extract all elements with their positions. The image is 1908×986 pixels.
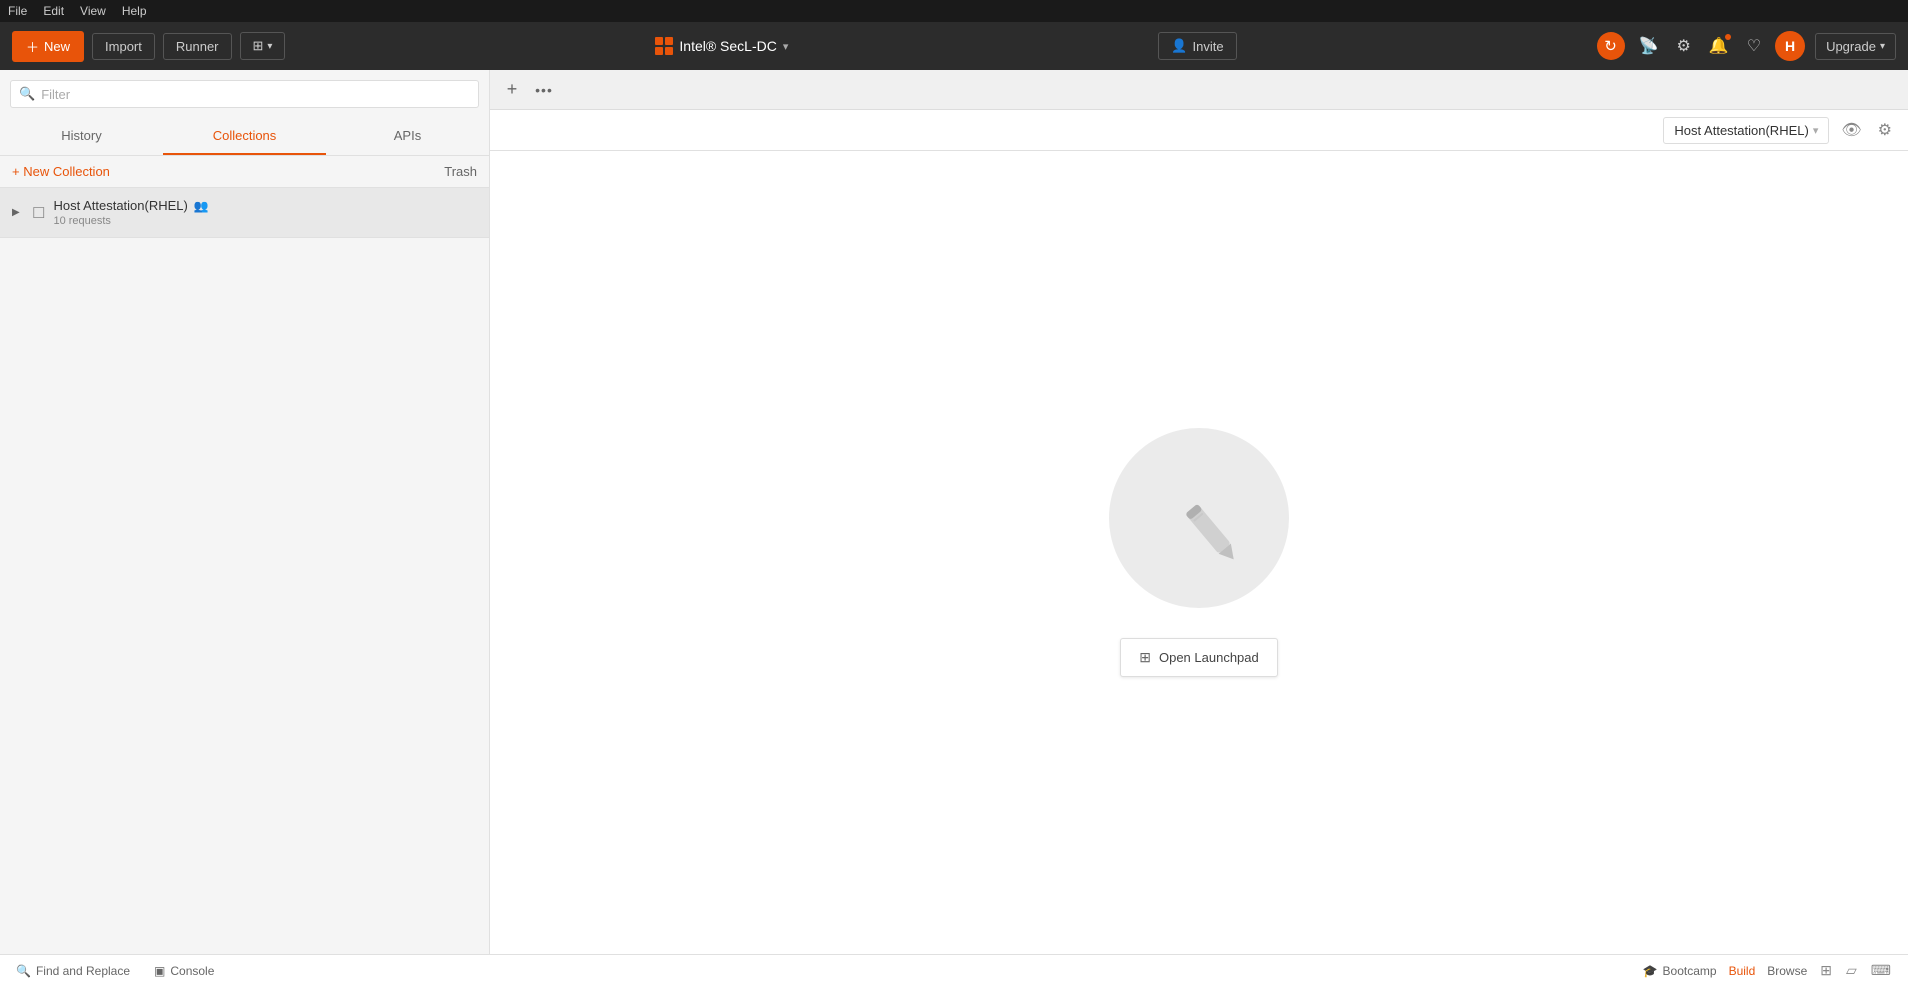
tab-collections[interactable]: Collections: [163, 118, 326, 155]
chevron-down-icon: ▾: [1880, 41, 1885, 52]
settings-icon[interactable]: ⚙: [1874, 116, 1896, 144]
panel-icon[interactable]: ▱: [1841, 960, 1862, 981]
collection-name: Host Attestation(RHEL) 👥: [53, 198, 477, 213]
launchpad-btn-icon: ⊞: [1139, 649, 1151, 666]
collection-info: Host Attestation(RHEL) 👥 10 requests: [53, 198, 477, 227]
plus-icon: ＋: [26, 37, 39, 56]
layout-button[interactable]: ⊞ ▾: [240, 32, 286, 60]
tab-more-button[interactable]: •••: [530, 76, 558, 104]
menu-view[interactable]: View: [80, 4, 106, 18]
bootcamp-item[interactable]: 🎓 Bootcamp: [1639, 962, 1721, 980]
toolbar: ＋ New Import Runner ⊞ ▾ Intel® SecL-DC ▾…: [0, 22, 1908, 70]
notification-dot: [1725, 34, 1731, 40]
browse-button[interactable]: Browse: [1763, 962, 1811, 980]
address-bar: Host Attestation(RHEL) ▾ 👁 ⚙: [490, 110, 1908, 151]
workspace-icon: [655, 37, 673, 55]
bootcamp-icon: 🎓: [1643, 964, 1658, 978]
upgrade-button[interactable]: Upgrade ▾: [1815, 33, 1896, 60]
search-input[interactable]: [41, 87, 470, 102]
team-icon: 👥: [194, 199, 209, 213]
menu-bar: File Edit View Help: [0, 0, 1908, 22]
status-bar: 🔍 Find and Replace ▣ Console 🎓 Bootcamp …: [0, 954, 1908, 986]
new-collection-row: + New Collection Trash: [0, 156, 489, 188]
center-content: ⊞ Open Launchpad: [490, 151, 1908, 954]
chevron-down-icon: ▾: [1813, 124, 1819, 137]
status-right: 🎓 Bootcamp Build Browse ⊞ ▱ ⌨: [1639, 960, 1896, 981]
eye-icon[interactable]: 👁: [1837, 116, 1865, 144]
keyboard-icon[interactable]: ⌨: [1866, 960, 1896, 981]
find-replace-item[interactable]: 🔍 Find and Replace: [12, 962, 134, 980]
layout-toggle-icon[interactable]: ⊞: [1815, 960, 1837, 981]
collections-list: ▶ ☐ Host Attestation(RHEL) 👥 10 requests: [0, 188, 489, 954]
trash-button[interactable]: Trash: [444, 164, 477, 179]
layout-icon: ⊞: [253, 38, 264, 54]
settings-icon[interactable]: ⚙: [1672, 32, 1694, 60]
sidebar: 🔍 History Collections APIs + New Collect…: [0, 70, 490, 954]
avatar[interactable]: H: [1775, 31, 1805, 61]
expand-icon[interactable]: ▶: [12, 207, 24, 218]
launchpad-pencil-icon: [1154, 473, 1244, 563]
new-button[interactable]: ＋ New: [12, 31, 84, 62]
console-item[interactable]: ▣ Console: [150, 962, 218, 980]
tab-apis[interactable]: APIs: [326, 118, 489, 155]
new-collection-button[interactable]: + New Collection: [12, 164, 110, 179]
status-left: 🔍 Find and Replace ▣ Console: [12, 962, 1623, 980]
tab-add-button[interactable]: +: [498, 76, 526, 104]
bell-icon[interactable]: 🔔: [1705, 32, 1733, 60]
menu-help[interactable]: Help: [122, 4, 147, 18]
satellite-icon[interactable]: 📡: [1635, 32, 1663, 60]
search-icon: 🔍: [19, 86, 35, 102]
collection-item[interactable]: ▶ ☐ Host Attestation(RHEL) 👥 10 requests: [0, 188, 489, 238]
heart-icon[interactable]: ♡: [1743, 32, 1765, 60]
folder-icon: ☐: [32, 204, 45, 222]
open-launchpad-button[interactable]: ⊞ Open Launchpad: [1120, 638, 1278, 677]
import-button[interactable]: Import: [92, 33, 155, 60]
toolbar-right: ↻ 📡 ⚙ 🔔 ♡ H Upgrade ▾: [1597, 31, 1896, 61]
menu-file[interactable]: File: [8, 4, 27, 18]
menu-edit[interactable]: Edit: [43, 4, 64, 18]
chevron-down-icon: ▾: [783, 40, 789, 53]
env-selector[interactable]: Host Attestation(RHEL) ▾: [1663, 117, 1829, 144]
launchpad-icon-circle: [1109, 428, 1289, 608]
main: 🔍 History Collections APIs + New Collect…: [0, 70, 1908, 954]
search-bar: 🔍: [0, 70, 489, 118]
build-button[interactable]: Build: [1725, 962, 1760, 980]
invite-button[interactable]: 👤 Invite: [1158, 32, 1236, 60]
workspace-selector[interactable]: Intel® SecL-DC ▾: [645, 32, 798, 60]
search-icon: 🔍: [16, 964, 31, 978]
console-icon: ▣: [154, 964, 165, 978]
search-input-wrap: 🔍: [10, 80, 479, 108]
collection-meta: 10 requests: [53, 215, 477, 227]
sidebar-tabs: History Collections APIs: [0, 118, 489, 156]
user-icon: 👤: [1171, 38, 1187, 54]
tab-history[interactable]: History: [0, 118, 163, 155]
chevron-down-icon: ▾: [267, 41, 272, 52]
runner-button[interactable]: Runner: [163, 33, 232, 60]
tab-bar: + •••: [490, 70, 1908, 110]
right-panel: + ••• Host Attestation(RHEL) ▾ 👁 ⚙: [490, 70, 1908, 954]
sync-icon[interactable]: ↻: [1597, 32, 1625, 60]
